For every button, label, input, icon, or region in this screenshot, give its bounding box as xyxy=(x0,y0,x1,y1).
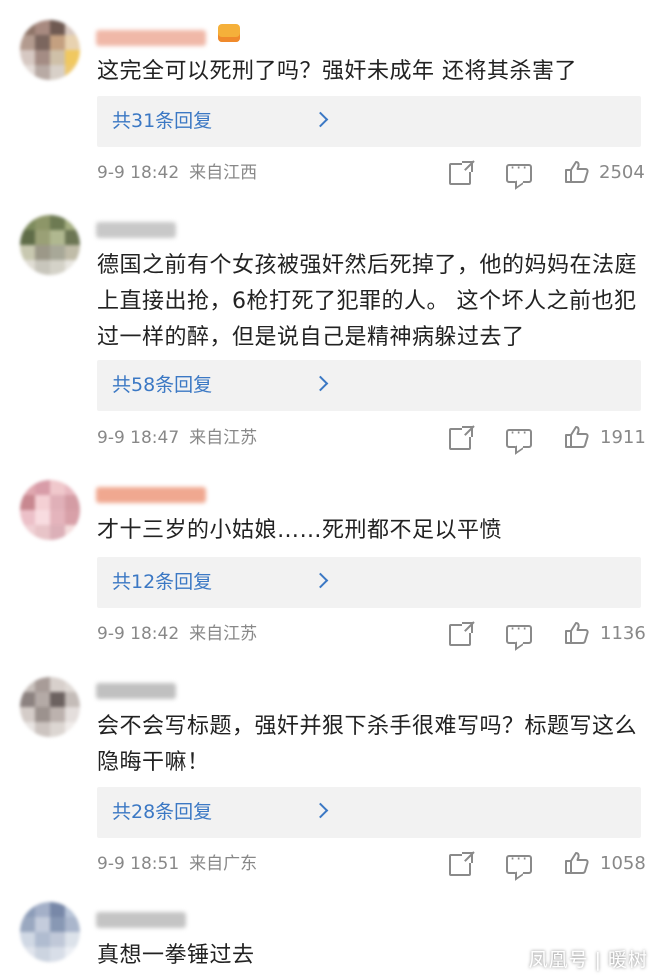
comment-text: 这完全可以死刑了吗？强奸未成年 还将其杀害了 xyxy=(97,59,577,84)
like-count: 1058 xyxy=(600,853,646,874)
replies-link[interactable]: 共28条回复 xyxy=(97,787,641,838)
username[interactable] xyxy=(96,222,176,238)
comment-meta: 9-9 18:51 来自广东 xyxy=(97,853,257,875)
watermark-author: 暖树 xyxy=(607,949,648,971)
comment-text: 才十三岁的小姑娘……死刑都不足以平愤 xyxy=(97,518,503,543)
crown-icon xyxy=(218,24,240,42)
share-icon[interactable] xyxy=(449,161,473,185)
comment-text: 德国之前有个女孩被强奸然后死掉了，他的妈妈在法庭上直接出抢，6枪打死了犯罪的人。… xyxy=(97,253,638,350)
comment-meta: 9-9 18:42 来自江西 xyxy=(97,162,257,184)
replies-link[interactable]: 共12条回复 xyxy=(97,557,641,608)
replies-label: 共31条回复 xyxy=(112,110,213,132)
username[interactable] xyxy=(96,683,176,699)
comment-item: 才十三岁的小姑娘……死刑都不足以平愤 共12条回复 9-9 18:42 来自江苏 … xyxy=(0,465,660,665)
thumbs-up-icon[interactable] xyxy=(564,160,590,184)
avatar[interactable] xyxy=(20,480,80,540)
replies-label: 共58条回复 xyxy=(112,374,213,396)
comment-region: 来自江西 xyxy=(189,163,258,183)
comment-time: 9-9 18:42 xyxy=(97,163,180,183)
watermark-separator: | xyxy=(594,949,602,971)
comment-icon[interactable] xyxy=(506,619,532,644)
thumbs-up-icon[interactable] xyxy=(564,851,590,875)
share-icon[interactable] xyxy=(449,426,473,450)
username[interactable] xyxy=(96,487,206,503)
chevron-right-icon xyxy=(312,111,329,128)
share-icon[interactable] xyxy=(449,622,473,646)
username[interactable] xyxy=(96,30,206,46)
comment-item: 这完全可以死刑了吗？强奸未成年 还将其杀害了 共31条回复 9-9 18:42 来… xyxy=(0,0,660,200)
comment-item: 德国之前有个女孩被强奸然后死掉了，他的妈妈在法庭上直接出抢，6枪打死了犯罪的人。… xyxy=(0,200,660,465)
replies-link[interactable]: 共31条回复 xyxy=(97,96,641,147)
comment-time: 9-9 18:47 xyxy=(97,428,180,448)
replies-link[interactable]: 共58条回复 xyxy=(97,360,641,411)
comment-time: 9-9 18:51 xyxy=(97,854,180,874)
comment-meta: 9-9 18:42 来自江苏 xyxy=(97,623,257,645)
comment-region: 来自江苏 xyxy=(189,428,258,448)
thumbs-up-icon[interactable] xyxy=(564,621,590,645)
chevron-right-icon xyxy=(312,572,329,589)
comment-text: 会不会写标题，强奸并狠下杀手很难写吗？标题写这么隐晦干嘛！ xyxy=(97,714,638,775)
watermark: 凤凰号 | 暖树 xyxy=(529,945,648,972)
comment-item: 会不会写标题，强奸并狠下杀手很难写吗？标题写这么隐晦干嘛！ 共28条回复 9-9… xyxy=(0,665,660,900)
avatar[interactable] xyxy=(20,215,80,275)
comment-region: 来自广东 xyxy=(189,854,258,874)
avatar[interactable] xyxy=(20,20,80,80)
chevron-right-icon xyxy=(312,375,329,392)
username[interactable] xyxy=(96,912,186,928)
comment-icon[interactable] xyxy=(506,423,532,448)
like-count: 2504 xyxy=(599,162,645,183)
chevron-right-icon xyxy=(312,802,329,819)
share-icon[interactable] xyxy=(449,852,473,876)
comment-time: 9-9 18:42 xyxy=(97,624,180,644)
comment-region: 来自江苏 xyxy=(189,624,258,644)
thumbs-up-icon[interactable] xyxy=(564,425,590,449)
replies-label: 共12条回复 xyxy=(112,571,213,593)
avatar[interactable] xyxy=(20,902,80,962)
comment-icon[interactable] xyxy=(506,849,532,874)
like-count: 1911 xyxy=(600,427,646,448)
comment-icon[interactable] xyxy=(506,158,532,183)
replies-label: 共28条回复 xyxy=(112,801,213,823)
watermark-brand: 凤凰号 xyxy=(528,949,589,971)
comment-meta: 9-9 18:47 来自江苏 xyxy=(97,427,257,449)
like-count: 1136 xyxy=(600,623,646,644)
avatar[interactable] xyxy=(20,677,80,737)
